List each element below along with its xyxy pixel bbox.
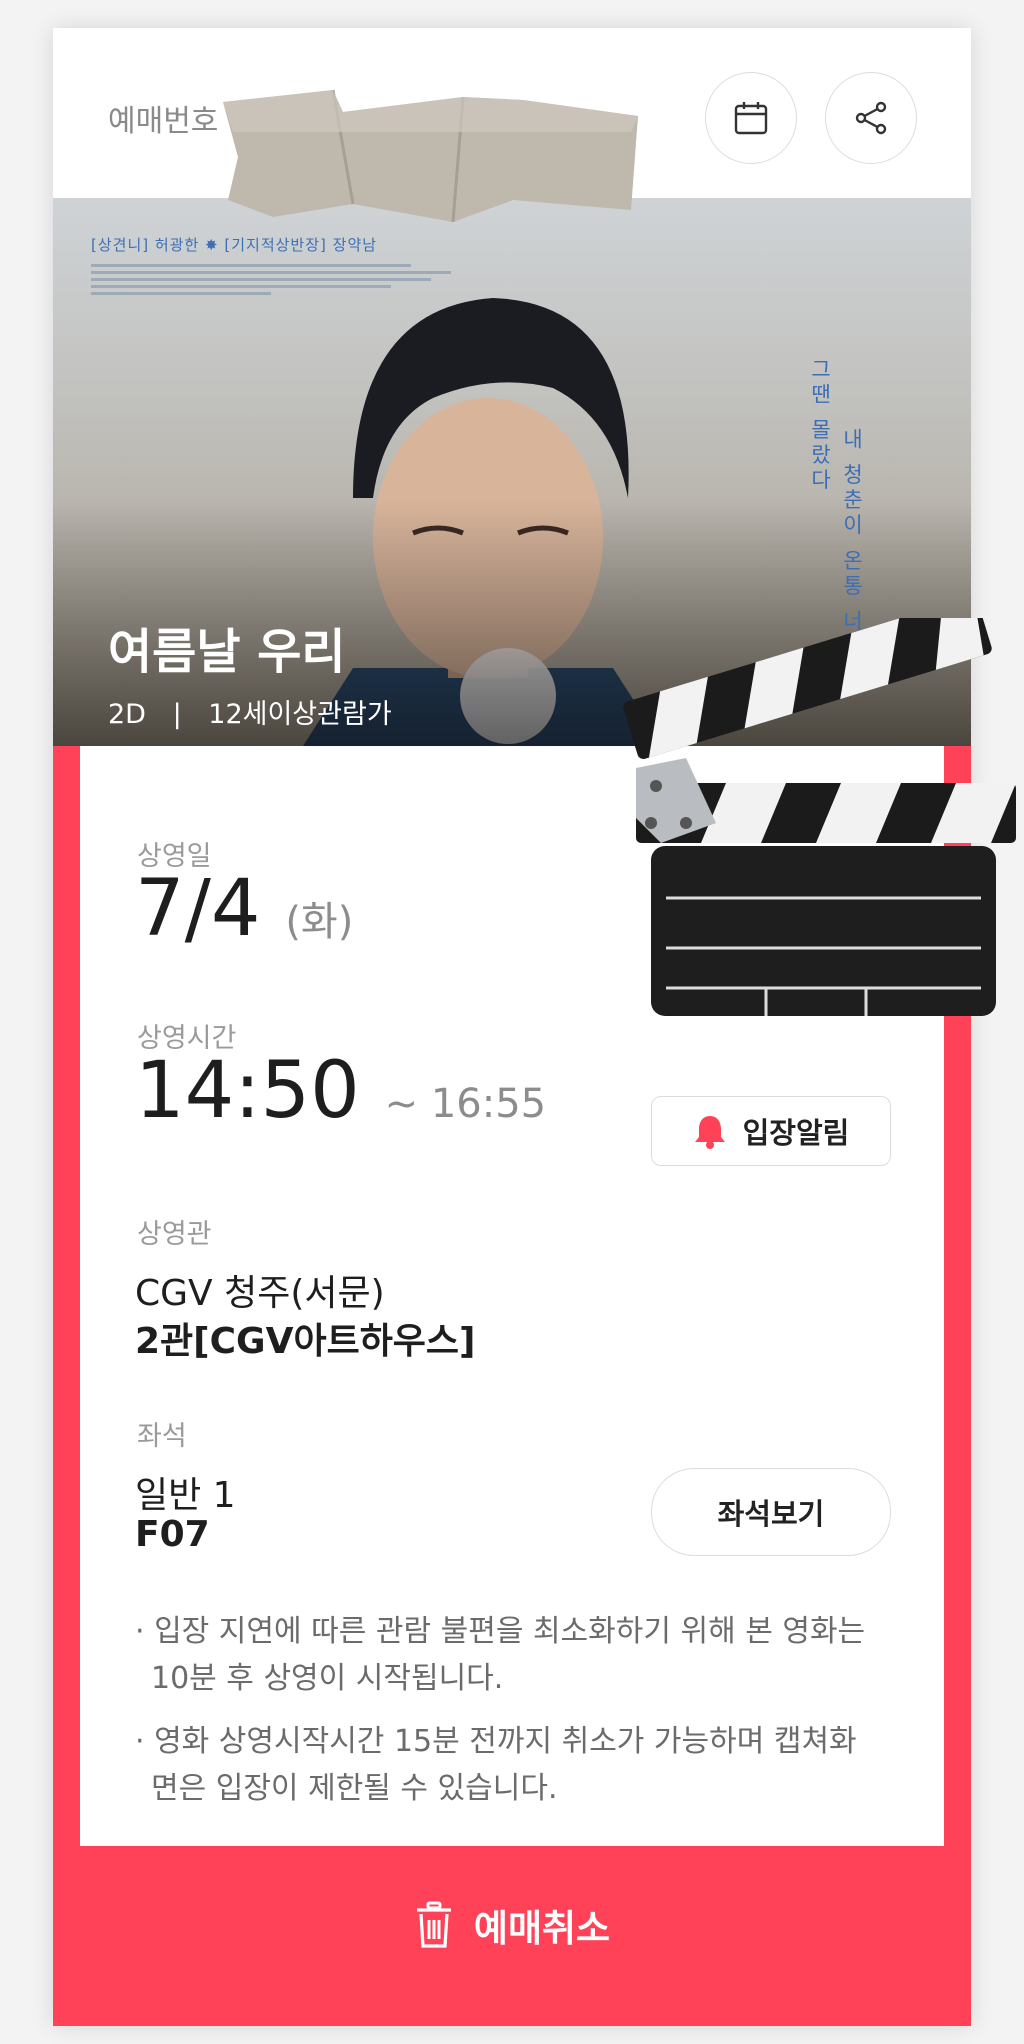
view-seat-button[interactable]: 좌석보기 (651, 1468, 891, 1556)
date-value: 7/4 (135, 864, 261, 954)
start-time: 14:50 (135, 1046, 360, 1136)
share-icon (855, 101, 887, 135)
trash-icon (416, 1901, 451, 1948)
entry-alarm-label: 입장알림 (742, 1116, 850, 1150)
screening-date: 7/4 (화) (135, 864, 353, 954)
end-time: ~ 16:55 (384, 1081, 547, 1127)
share-button[interactable] (825, 72, 917, 164)
screening-time: 14:50 ~ 16:55 (135, 1046, 546, 1136)
movie-meta: 2D | 12세이상관람가 (108, 692, 392, 731)
movie-title: 여름날 우리 (108, 624, 346, 680)
notice-item: · 입장 지연에 따른 관람 불편을 최소화하기 위해 본 영화는 10분 후 … (135, 1614, 866, 1696)
poster-tagline-1: 그땐 몰랐다 (808, 358, 832, 494)
tape-sticker-icon (223, 89, 638, 222)
view-seat-label: 좌석보기 (717, 1497, 825, 1531)
clapperboard-icon (623, 618, 1016, 1016)
seat-type: 일반 1 (135, 1475, 236, 1516)
calendar-button[interactable] (705, 72, 797, 164)
entry-alarm-button[interactable]: 입장알림 (651, 1096, 891, 1166)
date-weekday: (화) (285, 899, 354, 945)
screen-name: 2관[CGV아트하우스] (135, 1321, 476, 1362)
booking-number-label: 예매번호 (108, 104, 219, 139)
notice-item: · 영화 상영시작시간 15분 전까지 취소가 가능하며 캡쳐화면은 입장이 제… (135, 1724, 857, 1806)
poster-fine-print (91, 264, 481, 295)
theater-name: CGV 청주(서문) (135, 1273, 385, 1314)
theater-label: 상영관 (137, 1219, 212, 1250)
movie-rating: 12세이상관람가 (208, 699, 392, 730)
seat-label: 좌석 (137, 1421, 187, 1452)
poster-credit-line: [상견니] 허광한 ✸ [기지적상반장] 장약남 (91, 236, 378, 254)
bell-icon (694, 1116, 725, 1149)
cancel-booking-button[interactable]: 예매취소 (53, 1850, 971, 2000)
cancel-booking-label: 예매취소 (473, 1907, 611, 1950)
seat-number: F07 (135, 1514, 210, 1555)
meta-separator: | (172, 699, 182, 730)
movie-format: 2D (108, 699, 146, 730)
calendar-icon (734, 102, 768, 135)
